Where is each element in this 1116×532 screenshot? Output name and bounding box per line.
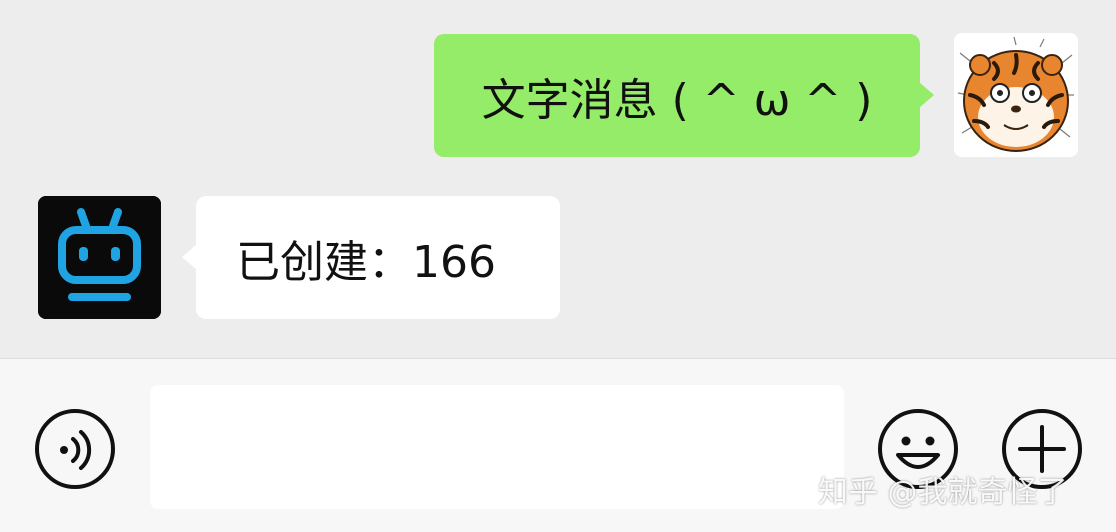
- message-input[interactable]: [150, 385, 844, 509]
- voice-button[interactable]: [33, 407, 117, 491]
- received-message-text: 已创建：166: [236, 236, 496, 288]
- received-message-bubble[interactable]: 已创建：166: [182, 196, 560, 319]
- chat-area: 文字消息 ( ^ ω ^ ) 已创建：166: [0, 0, 1116, 358]
- voice-icon: [35, 409, 115, 489]
- tiger-avatar-icon: [954, 33, 1078, 157]
- sent-message-text: 文字消息 ( ^ ω ^ ): [481, 74, 873, 126]
- input-bar: 知乎 @我就奇怪了: [0, 358, 1116, 532]
- robot-avatar-icon: [38, 196, 161, 319]
- user-avatar[interactable]: [954, 33, 1078, 157]
- watermark-text: 知乎 @我就奇怪了: [818, 475, 1068, 510]
- sent-message-bubble[interactable]: 文字消息 ( ^ ω ^ ): [434, 34, 934, 157]
- bot-avatar[interactable]: [38, 196, 161, 319]
